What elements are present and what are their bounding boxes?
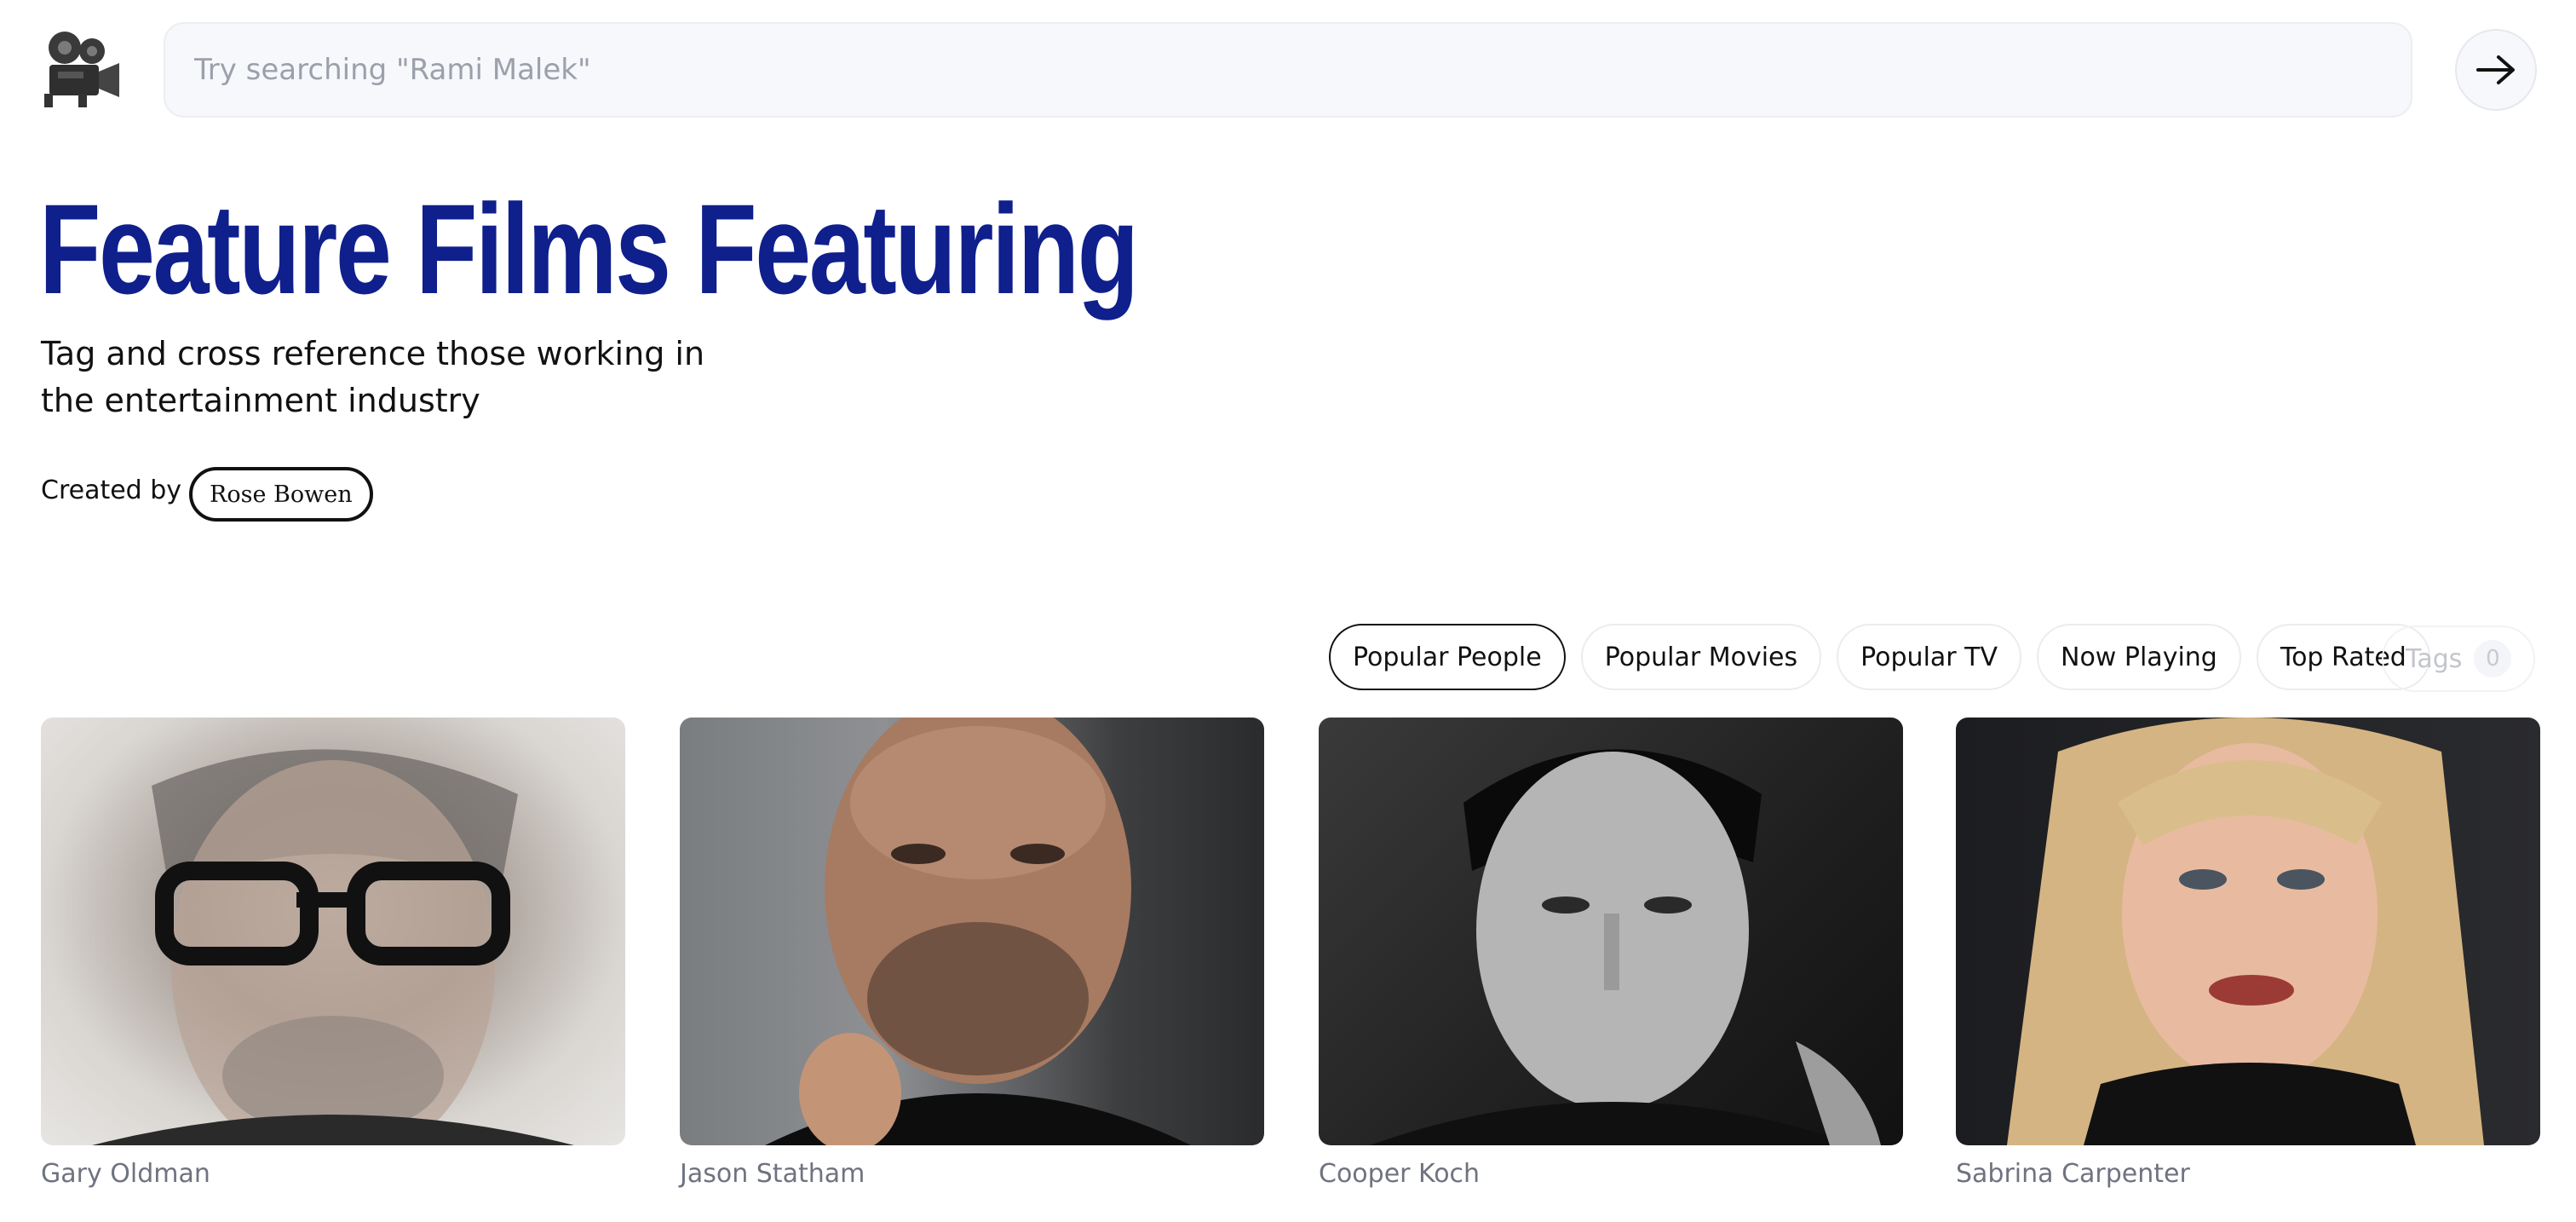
person-name[interactable]: Jason Statham <box>680 1159 1264 1189</box>
creator-link[interactable]: Rose Bowen <box>189 467 373 522</box>
tab-popular-tv[interactable]: Popular TV <box>1837 624 2022 690</box>
person-name[interactable]: Cooper Koch <box>1319 1159 1903 1189</box>
person-name[interactable]: Gary Oldman <box>41 1159 625 1189</box>
tags-count-badge: 0 <box>2474 640 2512 677</box>
person-photo[interactable] <box>1319 718 1903 1145</box>
tags-button[interactable]: Tags 0 <box>2382 625 2535 692</box>
person-photo[interactable] <box>680 718 1264 1145</box>
page: Feature Films Featuring Tag and cross re… <box>0 0 2576 1222</box>
search-bar[interactable] <box>164 22 2412 118</box>
tab-popular-people[interactable]: Popular People <box>1329 624 1566 690</box>
person-card[interactable]: Sabrina Carpenter <box>1956 718 2540 1189</box>
tags-label: Tags <box>2406 643 2463 674</box>
person-card[interactable]: Gary Oldman <box>41 718 625 1189</box>
category-tabs: Popular People Popular Movies Popular TV… <box>1329 624 2446 690</box>
page-subtitle: Tag and cross reference those working in… <box>41 335 705 419</box>
created-by-label: Created by <box>41 476 182 505</box>
page-title: Feature Films Featuring <box>39 177 1139 320</box>
tab-popular-movies[interactable]: Popular Movies <box>1580 624 1822 690</box>
person-card[interactable]: Cooper Koch <box>1319 718 1903 1189</box>
person-card[interactable]: Jason Statham <box>680 718 1264 1189</box>
person-photo[interactable] <box>41 718 625 1145</box>
search-input[interactable] <box>194 53 2411 87</box>
movie-camera-icon[interactable] <box>41 26 123 111</box>
arrow-right-icon <box>2476 55 2515 84</box>
tab-now-playing[interactable]: Now Playing <box>2037 624 2241 690</box>
search-submit-button[interactable] <box>2455 29 2537 111</box>
person-photo[interactable] <box>1956 718 2540 1145</box>
person-name[interactable]: Sabrina Carpenter <box>1956 1159 2540 1189</box>
